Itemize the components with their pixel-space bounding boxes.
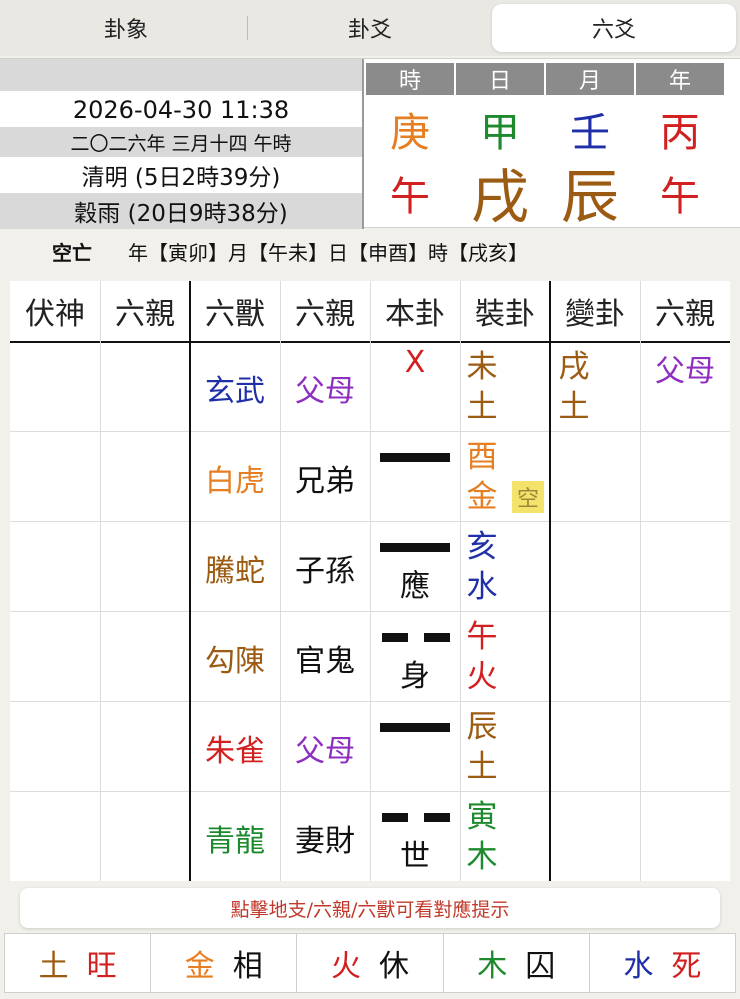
changed-branch-element: 土 [558,389,590,425]
element-strength-item: 土旺 [5,934,152,992]
element-strength-item: 火休 [297,934,444,992]
lunar-date: 二〇二六年 三月十四 午時 [0,127,362,157]
element-name: 火 [331,949,361,984]
line-position-mark: 應 [400,569,430,604]
relative-cell[interactable]: 父母 [280,703,370,793]
yang-line [380,543,450,552]
changed-branch-char[interactable]: 戌 [554,347,594,387]
strength-state: 死 [671,949,702,984]
pillar-header-hour: 時 [366,63,454,95]
hint-bar: 點擊地支/六親/六獸可看對應提示 [20,888,720,928]
column-divider-bold [549,281,551,881]
branch-element: 火 [466,659,498,695]
void-text: 年【寅卯】月【午未】日【申酉】時【戌亥】 [128,240,528,265]
tab-bar: 卦象 卦爻 六爻 [0,0,740,56]
year-stem[interactable]: 丙 [636,103,724,156]
hexagram-grid: 伏神 六親 六獸 六親 本卦 裝卦 變卦 六親 玄武 父母 X 未土戌土父母 白虎 兄弟酉… [10,281,730,881]
void-bar: 空亡 年【寅卯】月【午未】日【申酉】時【戌亥】 [20,233,720,269]
beast-cell[interactable]: 騰蛇 [190,523,280,613]
branch-element: 水 [466,569,498,605]
strength-state: 相 [232,949,263,984]
branch-char[interactable]: 亥 [462,527,502,567]
line-position-mark: 身 [400,659,430,694]
month-branch[interactable]: 辰 [546,157,634,231]
relative-cell[interactable]: 兄弟 [280,433,370,523]
element-name: 木 [477,949,508,984]
pillar-header-year: 年 [636,63,724,95]
yin-line-right [424,813,450,822]
tab-six-yao[interactable]: 六爻 [492,4,736,52]
yang-line [380,723,450,732]
changed-relative-cell[interactable]: 父母 [640,343,730,393]
moving-line-mark: X [404,345,426,380]
beast-cell[interactable]: 朱雀 [190,703,280,793]
branch-char[interactable]: 未 [462,347,502,387]
month-stem[interactable]: 壬 [546,103,634,156]
header-relative-2: 六親 [295,297,355,332]
year-branch[interactable]: 午 [636,161,724,225]
branch-element: 土 [466,749,498,785]
element-strength-item: 木囚 [444,934,590,992]
day-stem[interactable]: 甲 [456,103,544,156]
element-strength-bar: 土旺金相火休木囚水死 [4,933,736,993]
line-position-mark: 世 [400,839,430,874]
element-name: 水 [623,949,654,984]
yin-line-left [382,633,408,642]
branch-char[interactable]: 辰 [462,707,502,747]
header-relative-1: 六親 [115,297,175,332]
element-name: 土 [38,949,69,984]
info-panel: 2026-04-30 11:38 二〇二六年 三月十四 午時 清明 (5日2時3… [0,58,740,231]
branch-element: 木 [466,839,498,875]
element-strength-item: 金相 [151,934,298,992]
beast-cell[interactable]: 青龍 [190,793,280,883]
solar-term-2: 穀雨 (20日9時38分) [0,193,362,229]
tab-hexagram-image[interactable]: 卦象 [4,4,248,52]
element-name: 金 [184,949,215,984]
solar-term-1: 清明 (5日2時39分) [81,165,281,191]
hour-stem[interactable]: 庚 [366,103,454,156]
header-hidden-spirit: 伏神 [25,297,85,332]
pillar-header-month: 月 [546,63,634,95]
header-relative-3: 六親 [655,297,715,332]
date-info: 2026-04-30 11:38 二〇二六年 三月十四 午時 清明 (5日2時3… [0,59,362,229]
date-header-strip [0,59,362,91]
void-badge: 空 [512,481,544,513]
strength-state: 休 [379,949,409,984]
divider [362,59,364,229]
branch-element: 土 [466,389,498,425]
hour-branch[interactable]: 午 [366,161,454,225]
beast-cell[interactable]: 白虎 [190,433,280,523]
element-strength-item: 水死 [590,934,735,992]
header-assigned-branches: 裝卦 [475,297,535,332]
header-changed-hexagram: 變卦 [565,297,625,332]
yin-line-right [424,633,450,642]
branch-char[interactable]: 寅 [462,797,502,837]
header-main-hexagram: 本卦 [385,297,445,332]
void-label: 空亡 [52,240,92,265]
strength-state: 囚 [525,949,556,984]
relative-cell[interactable]: 妻財 [280,793,370,883]
yang-line [380,453,450,462]
branch-element: 金 [466,479,498,515]
pillar-header-day: 日 [456,63,544,95]
strength-state: 旺 [86,949,117,984]
relative-cell[interactable]: 子孫 [280,523,370,613]
column-divider [100,281,101,881]
column-divider [460,281,461,881]
yin-line-left [382,813,408,822]
tab-hexagram-lines[interactable]: 卦爻 [248,4,492,52]
header-six-beasts: 六獸 [205,297,265,332]
beast-cell[interactable]: 玄武 [190,343,280,433]
gregorian-datetime: 2026-04-30 11:38 [72,96,290,124]
relative-cell[interactable]: 官鬼 [280,613,370,703]
relative-cell[interactable]: 父母 [280,343,370,433]
beast-cell[interactable]: 勾陳 [190,613,280,703]
branch-char[interactable]: 酉 [462,437,502,477]
day-branch[interactable]: 戌 [456,157,544,231]
branch-char[interactable]: 午 [462,617,502,657]
